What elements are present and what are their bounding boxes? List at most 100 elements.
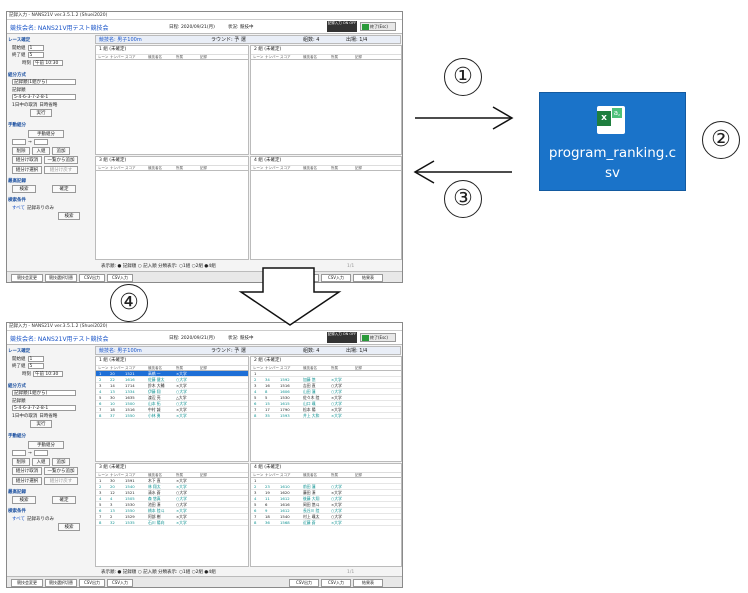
- revert-group-button[interactable]: 組分け戻す: [44, 476, 78, 485]
- exit-button[interactable]: 終了(Esc): [360, 22, 396, 31]
- start-group-input[interactable]: 1: [27, 44, 44, 51]
- execute-button[interactable]: 実行: [30, 420, 52, 428]
- column-header-cell[interactable]: レーン: [98, 166, 108, 171]
- insert-button[interactable]: 入組: [32, 457, 50, 466]
- column-header-cell[interactable]: ナンバー: [265, 166, 279, 171]
- start-group-input[interactable]: 1: [27, 355, 44, 362]
- footer-csv-in[interactable]: CSV入力: [321, 274, 351, 282]
- revert-group-button[interactable]: 組分け戻す: [44, 165, 78, 174]
- record-confirm-button[interactable]: 確定: [52, 496, 76, 504]
- footer-button-4[interactable]: CSV入力: [107, 579, 133, 587]
- execute-button[interactable]: 実行: [30, 109, 52, 117]
- filter-search-button[interactable]: 検索: [58, 523, 80, 531]
- csv-file-tile[interactable]: x a, program_ranking.csv: [539, 92, 686, 191]
- insert-button[interactable]: 入組: [32, 146, 50, 155]
- column-header-cell[interactable]: 競技者名: [148, 166, 162, 171]
- record-input-toggle[interactable]: 記録入力 ON OFF: [327, 332, 357, 343]
- column-header-cell[interactable]: 所属: [331, 166, 338, 171]
- add-button[interactable]: 追加: [52, 146, 70, 155]
- column-header-cell[interactable]: 競技者名: [148, 55, 162, 60]
- check-omit[interactable]: 日時省略: [39, 102, 57, 108]
- footer-button-3[interactable]: CSV出力: [79, 579, 105, 587]
- add-from-list-button[interactable]: 一覧から追加: [44, 467, 78, 475]
- footer-button-2[interactable]: 競技選択切替: [45, 579, 77, 587]
- record-search-button[interactable]: 検索: [12, 496, 36, 504]
- column-header-cell[interactable]: レーン: [253, 166, 263, 171]
- footer-bar: 競技会変更 競技選択切替 CSV出力 CSV入力 CSV出力 CSV入力 結果表: [7, 576, 402, 587]
- lane-order-select[interactable]: 5-4-6-3-7-2-8-1: [12, 405, 76, 411]
- group-from-input[interactable]: [12, 139, 26, 145]
- record-input-toggle[interactable]: 記録入力 ON OFF: [327, 21, 357, 32]
- filter-all-radio[interactable]: すべて: [12, 516, 25, 522]
- column-header-cell[interactable]: 記録: [200, 166, 207, 171]
- record-search-button[interactable]: 検索: [12, 185, 36, 193]
- footer-csv-in[interactable]: CSV入力: [321, 579, 351, 587]
- footer-button-1[interactable]: 競技会変更: [11, 579, 43, 587]
- table-cell: 4: [110, 496, 113, 501]
- column-header-cell[interactable]: レーン: [98, 55, 108, 60]
- group-to-input[interactable]: [33, 450, 48, 456]
- column-header-cell[interactable]: 競技者名: [303, 55, 317, 60]
- filter-records-radio[interactable]: 記録ありのみ: [27, 205, 54, 211]
- footer-button-1[interactable]: 競技会変更: [11, 274, 43, 282]
- footer-button-4[interactable]: CSV入力: [107, 274, 133, 282]
- group-from-input[interactable]: [12, 450, 26, 456]
- column-header-cell[interactable]: スコア: [125, 166, 136, 171]
- end-group-input[interactable]: 5: [27, 52, 44, 58]
- select-group-button[interactable]: 組分け選択: [12, 165, 42, 174]
- table-row[interactable]: 8 36 1568 近藤 蒼 ×大学: [251, 520, 401, 526]
- heat-title: 1 組 (未確定): [99, 47, 127, 52]
- check-cancel[interactable]: 1日中の取消: [12, 413, 37, 419]
- filter-all-radio[interactable]: すべて: [12, 205, 25, 211]
- column-header-cell[interactable]: 所属: [331, 55, 338, 60]
- footer-csv-out[interactable]: CSV出力: [289, 579, 319, 587]
- column-header-cell[interactable]: 記録: [355, 166, 362, 171]
- manual-group-button[interactable]: 手動組分: [28, 440, 64, 449]
- add-from-list-button[interactable]: 一覧から追加: [44, 156, 78, 164]
- column-header-cell[interactable]: スコア: [280, 166, 291, 171]
- time-label: 時刻: [22, 371, 31, 377]
- lane-order-select[interactable]: 5-4-6-3-7-2-8-1: [12, 94, 76, 100]
- table-row[interactable]: 8 32 1535 石川 陽向 ×大学: [96, 520, 248, 526]
- delete-button[interactable]: 削除: [12, 146, 30, 155]
- table-row[interactable]: 8 35 1593 井上 大和 ×大学: [251, 413, 401, 419]
- cancel-group-button[interactable]: 組分け取消: [12, 156, 42, 164]
- column-header-cell[interactable]: 競技者名: [303, 166, 317, 171]
- method-select[interactable]: 記録順(1組から): [12, 390, 76, 396]
- end-group-input[interactable]: 5: [27, 363, 44, 369]
- footer-csv-out[interactable]: CSV出力: [289, 274, 319, 282]
- filter-records-radio[interactable]: 記録ありのみ: [27, 516, 54, 522]
- footer-results[interactable]: 結果表: [353, 274, 383, 282]
- footer-results[interactable]: 結果表: [353, 579, 383, 587]
- column-header-cell[interactable]: 記録: [355, 55, 362, 60]
- table-cell: 1606: [280, 389, 290, 394]
- manual-group-button[interactable]: 手動組分: [28, 129, 64, 138]
- column-header-cell[interactable]: スコア: [125, 55, 136, 60]
- table-row[interactable]: 8 37 1550 小林 勇 ×大学: [96, 413, 248, 419]
- record-confirm-button[interactable]: 確定: [52, 185, 76, 193]
- column-header-cell[interactable]: レーン: [253, 55, 263, 60]
- column-header-cell[interactable]: 記録: [200, 55, 207, 60]
- column-header-cell[interactable]: 所属: [176, 166, 183, 171]
- cancel-group-button[interactable]: 組分け取消: [12, 467, 42, 475]
- column-header-cell[interactable]: ナンバー: [110, 166, 124, 171]
- time-input[interactable]: 午前 10:30: [33, 370, 63, 377]
- check-cancel[interactable]: 1日中の取消: [12, 102, 37, 108]
- select-group-button[interactable]: 組分け選択: [12, 476, 42, 485]
- delete-button[interactable]: 削除: [12, 457, 30, 466]
- column-header-cell[interactable]: ナンバー: [110, 55, 124, 60]
- table-cell: ○大学: [176, 502, 187, 507]
- time-input[interactable]: 午前 10:30: [33, 59, 63, 66]
- column-header-cell[interactable]: ナンバー: [265, 55, 279, 60]
- add-button[interactable]: 追加: [52, 457, 70, 466]
- method-select[interactable]: 記録順(1組から): [12, 79, 76, 85]
- footer-button-3[interactable]: CSV出力: [79, 274, 105, 282]
- footer-button-2[interactable]: 競技選択切替: [45, 274, 77, 282]
- exit-button[interactable]: 終了(Esc): [360, 333, 396, 342]
- column-header-cell[interactable]: 所属: [176, 55, 183, 60]
- table-cell: 3: [110, 502, 113, 507]
- filter-search-button[interactable]: 検索: [58, 212, 80, 220]
- column-header-cell[interactable]: スコア: [280, 55, 291, 60]
- group-to-input[interactable]: [33, 139, 48, 145]
- check-omit[interactable]: 日時省略: [39, 413, 57, 419]
